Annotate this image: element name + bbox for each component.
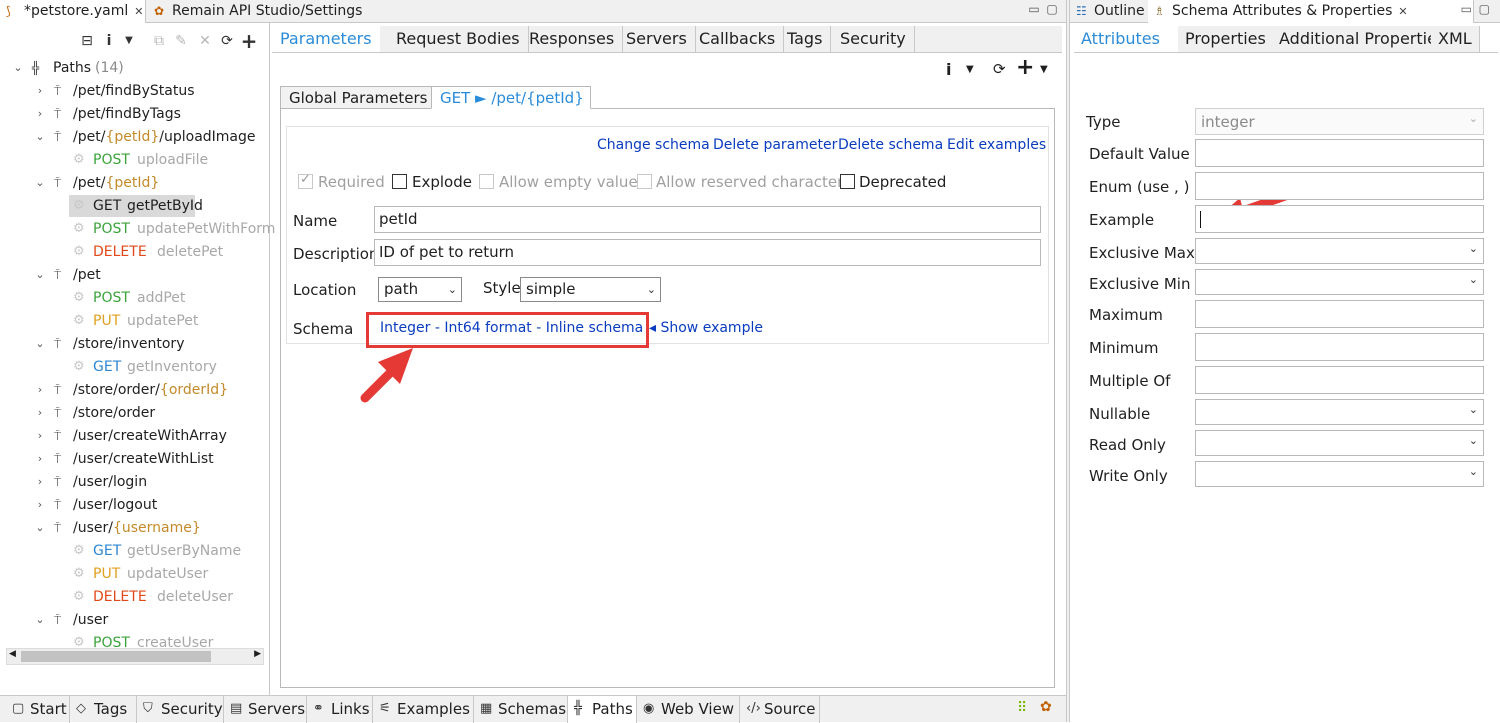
page-tab-icon: ◇ xyxy=(76,701,86,716)
grid-icon[interactable]: ⠿ xyxy=(1017,700,1027,716)
exclusive-max-select[interactable]: ⌄ xyxy=(1195,238,1484,264)
settings-gear-icon[interactable]: ✿ xyxy=(1040,699,1052,715)
type-select: integer ⌄ xyxy=(1195,108,1484,135)
chevron-down-icon: ⌄ xyxy=(1468,242,1478,255)
example-field[interactable] xyxy=(1195,205,1484,233)
page-tab-label: Links xyxy=(331,700,370,718)
page-tab-icon: ▦ xyxy=(480,701,493,716)
page-tab-icon: ▢ xyxy=(12,701,25,716)
type-label: Type xyxy=(1086,113,1121,131)
close-icon[interactable]: ✕ xyxy=(1398,5,1407,18)
attribute-label: Maximum xyxy=(1089,306,1163,324)
chevron-down-icon: ⌄ xyxy=(1468,112,1478,125)
tab-schema-attributes[interactable]: ♗ Schema Attributes & Properties ✕ xyxy=(1148,0,1474,23)
write-only-select[interactable]: ⌄ xyxy=(1195,461,1484,487)
chevron-down-icon: ⌄ xyxy=(1468,403,1478,416)
page-tab-label: Security xyxy=(161,700,223,718)
attribute-label: Exclusive Max xyxy=(1089,244,1195,262)
chevron-down-icon: ⌄ xyxy=(1468,465,1478,478)
panel-divider[interactable] xyxy=(1066,0,1070,722)
schema-icon: ♗ xyxy=(1154,4,1165,18)
tab-schema-label: Schema Attributes & Properties xyxy=(1172,3,1393,19)
page-tab-start[interactable]: ▢ Start xyxy=(6,696,70,723)
attribute-label: Minimum xyxy=(1089,339,1159,357)
tab-properties[interactable]: Properties xyxy=(1178,26,1274,52)
maximize-icon[interactable]: ▢ xyxy=(1479,2,1490,16)
attribute-label: Multiple Of xyxy=(1089,372,1171,390)
nullable-select[interactable]: ⌄ xyxy=(1195,399,1484,425)
page-tab-web-view[interactable]: ◉ Web View xyxy=(637,696,740,723)
minimize-icon[interactable]: ▭ xyxy=(1461,2,1472,16)
attribute-label: Read Only xyxy=(1089,436,1166,454)
page-tab-label: Schemas xyxy=(498,700,567,718)
page-tab-schemas[interactable]: ▦ Schemas xyxy=(474,696,568,723)
page-tab-icon: ⚭ xyxy=(313,701,324,716)
schema-tabs: Attributes Properties Additional Propert… xyxy=(1074,26,1498,52)
tab-outline-label: Outline xyxy=(1094,3,1145,19)
page-tab-security[interactable]: ⛉ Security xyxy=(137,696,224,723)
tab-attributes[interactable]: Attributes xyxy=(1074,26,1176,52)
attribute-label: Enum (use , ) xyxy=(1089,178,1190,196)
enum-use-field[interactable] xyxy=(1195,172,1484,200)
outline-icon: ☷ xyxy=(1076,4,1087,18)
page-tab-label: Start xyxy=(30,700,67,718)
page-tab-label: Tags xyxy=(94,700,128,718)
page-tab-icon: ◉ xyxy=(643,701,655,716)
attribute-label: Exclusive Min xyxy=(1089,275,1191,293)
exclusive-min-select[interactable]: ⌄ xyxy=(1195,269,1484,295)
page-tab-icon: ⚟ xyxy=(379,701,391,716)
attribute-label: Default Value xyxy=(1089,145,1190,163)
editor-page-tabs: ▢ Start ◇ Tags ⛉ Security ▤ Servers ⚭ Links ⚟ Examp… xyxy=(0,695,1066,723)
page-tab-label: Examples xyxy=(397,700,470,718)
type-value: integer xyxy=(1201,113,1255,131)
page-tab-tags[interactable]: ◇ Tags xyxy=(70,696,137,723)
page-tab-label: Paths xyxy=(592,700,633,718)
page-tab-icon: ▤ xyxy=(230,701,243,716)
read-only-select[interactable]: ⌄ xyxy=(1195,430,1484,456)
page-tab-label: Web View xyxy=(661,700,735,718)
tab-outline[interactable]: ☷ Outline xyxy=(1070,0,1148,23)
page-tab-icon: ‹/› xyxy=(746,701,761,716)
page-tab-label: Servers xyxy=(248,700,306,718)
tab-xml[interactable]: XML xyxy=(1431,26,1480,52)
right-view-tabs: ☷ Outline ♗ Schema Attributes & Properties… xyxy=(1070,0,1500,23)
page-tab-icon: ⛉ xyxy=(143,701,153,716)
maximum-field[interactable] xyxy=(1195,300,1484,328)
page-tab-links[interactable]: ⚭ Links xyxy=(307,696,373,723)
page-tab-source[interactable]: ‹/› Source xyxy=(740,696,820,723)
attribute-label: Example xyxy=(1089,211,1155,229)
attribute-label: Nullable xyxy=(1089,405,1151,423)
multiple-of-field[interactable] xyxy=(1195,366,1484,394)
tab-additional-properties[interactable]: Additional Propertie xyxy=(1272,26,1445,52)
page-tab-examples[interactable]: ⚟ Examples xyxy=(373,696,474,723)
page-tab-icon: ╬ xyxy=(574,701,582,716)
chevron-down-icon: ⌄ xyxy=(1468,434,1478,447)
page-tab-paths[interactable]: ╬ Paths xyxy=(568,696,637,723)
chevron-down-icon: ⌄ xyxy=(1468,273,1478,286)
attribute-label: Write Only xyxy=(1089,467,1168,485)
default-value-field[interactable] xyxy=(1195,139,1484,167)
page-tab-servers[interactable]: ▤ Servers xyxy=(224,696,307,723)
page-tab-label: Source xyxy=(764,700,816,718)
text-cursor xyxy=(1200,211,1201,228)
minimum-field[interactable] xyxy=(1195,333,1484,361)
